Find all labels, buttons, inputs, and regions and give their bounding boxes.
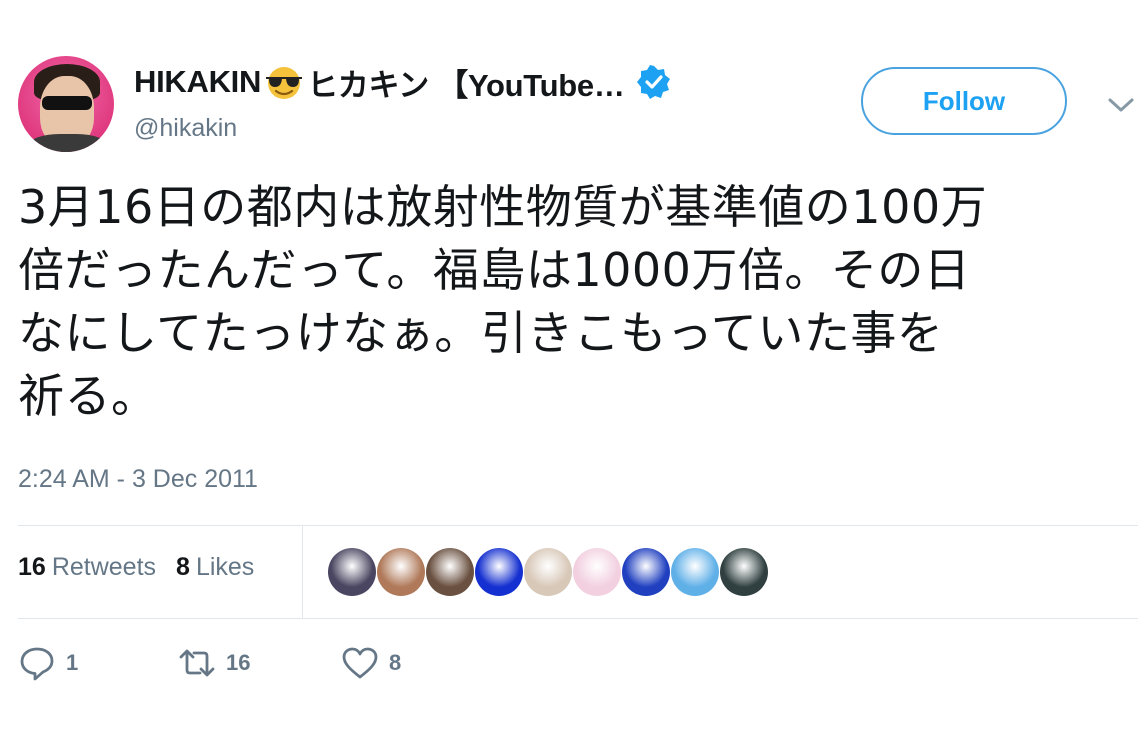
liker-avatar[interactable]: [671, 548, 719, 596]
liker-avatars: [328, 548, 769, 596]
stats-separator: [302, 526, 303, 618]
follow-button[interactable]: Follow: [861, 67, 1067, 135]
divider: [18, 525, 1138, 526]
liker-avatar[interactable]: [377, 548, 425, 596]
tweet-text-line: 倍だったんだって。福島は1000万倍。その日: [18, 243, 971, 297]
liker-avatar[interactable]: [328, 548, 376, 596]
like-count: 8: [389, 650, 402, 675]
author-handle[interactable]: @hikakin: [134, 114, 237, 143]
chevron-down-icon[interactable]: [1106, 94, 1136, 116]
reply-button[interactable]: 1: [18, 644, 178, 682]
liker-avatar[interactable]: [475, 548, 523, 596]
tweet-text-line: 祈る。: [18, 369, 158, 423]
tweet-text-line: 3月16日の都内は放射性物質が基準値の100万: [18, 180, 988, 234]
liker-avatar[interactable]: [573, 548, 621, 596]
tweet-timestamp[interactable]: 2:24 AM - 3 Dec 2011: [18, 465, 258, 494]
tweet-stats: 16 Retweets 8 Likes: [18, 553, 274, 582]
liker-avatar[interactable]: [426, 548, 474, 596]
liker-avatar[interactable]: [622, 548, 670, 596]
tweet-text-line: なにしてたっけなぁ。引きこもっていた事を: [18, 306, 944, 360]
likes-stat[interactable]: 8 Likes: [176, 553, 254, 582]
author-display-name: HIKAKIN: [134, 64, 262, 99]
retweets-stat[interactable]: 16 Retweets: [18, 553, 156, 582]
tweet-actions: 1 16 8: [18, 644, 401, 682]
retweets-label: Retweets: [51, 553, 157, 581]
author-name-row[interactable]: HIKAKIN ヒカキン 【YouTube…: [134, 62, 671, 103]
divider: [18, 618, 1138, 619]
liker-avatar[interactable]: [720, 548, 768, 596]
smiling-face-with-sunglasses-icon: [263, 64, 305, 100]
retweets-count: 16: [18, 553, 46, 581]
heart-icon: [342, 647, 378, 679]
retweet-button[interactable]: 16: [178, 644, 341, 682]
author-avatar[interactable]: [18, 56, 114, 152]
like-button[interactable]: 8: [341, 644, 401, 682]
retweet-icon: [179, 649, 215, 677]
liker-avatar[interactable]: [524, 548, 572, 596]
author-display-name-suffix: ヒカキン 【YouTube…: [307, 67, 625, 103]
reply-icon: [20, 647, 54, 681]
retweet-count: 16: [226, 650, 251, 675]
reply-count: 1: [66, 650, 79, 675]
likes-label: Likes: [195, 553, 255, 581]
verified-badge-icon: [636, 65, 671, 99]
tweet-text: 3月16日の都内は放射性物質が基準値の100万 倍だったんだって。福島は1000…: [18, 176, 1128, 428]
likes-count: 8: [176, 553, 190, 581]
